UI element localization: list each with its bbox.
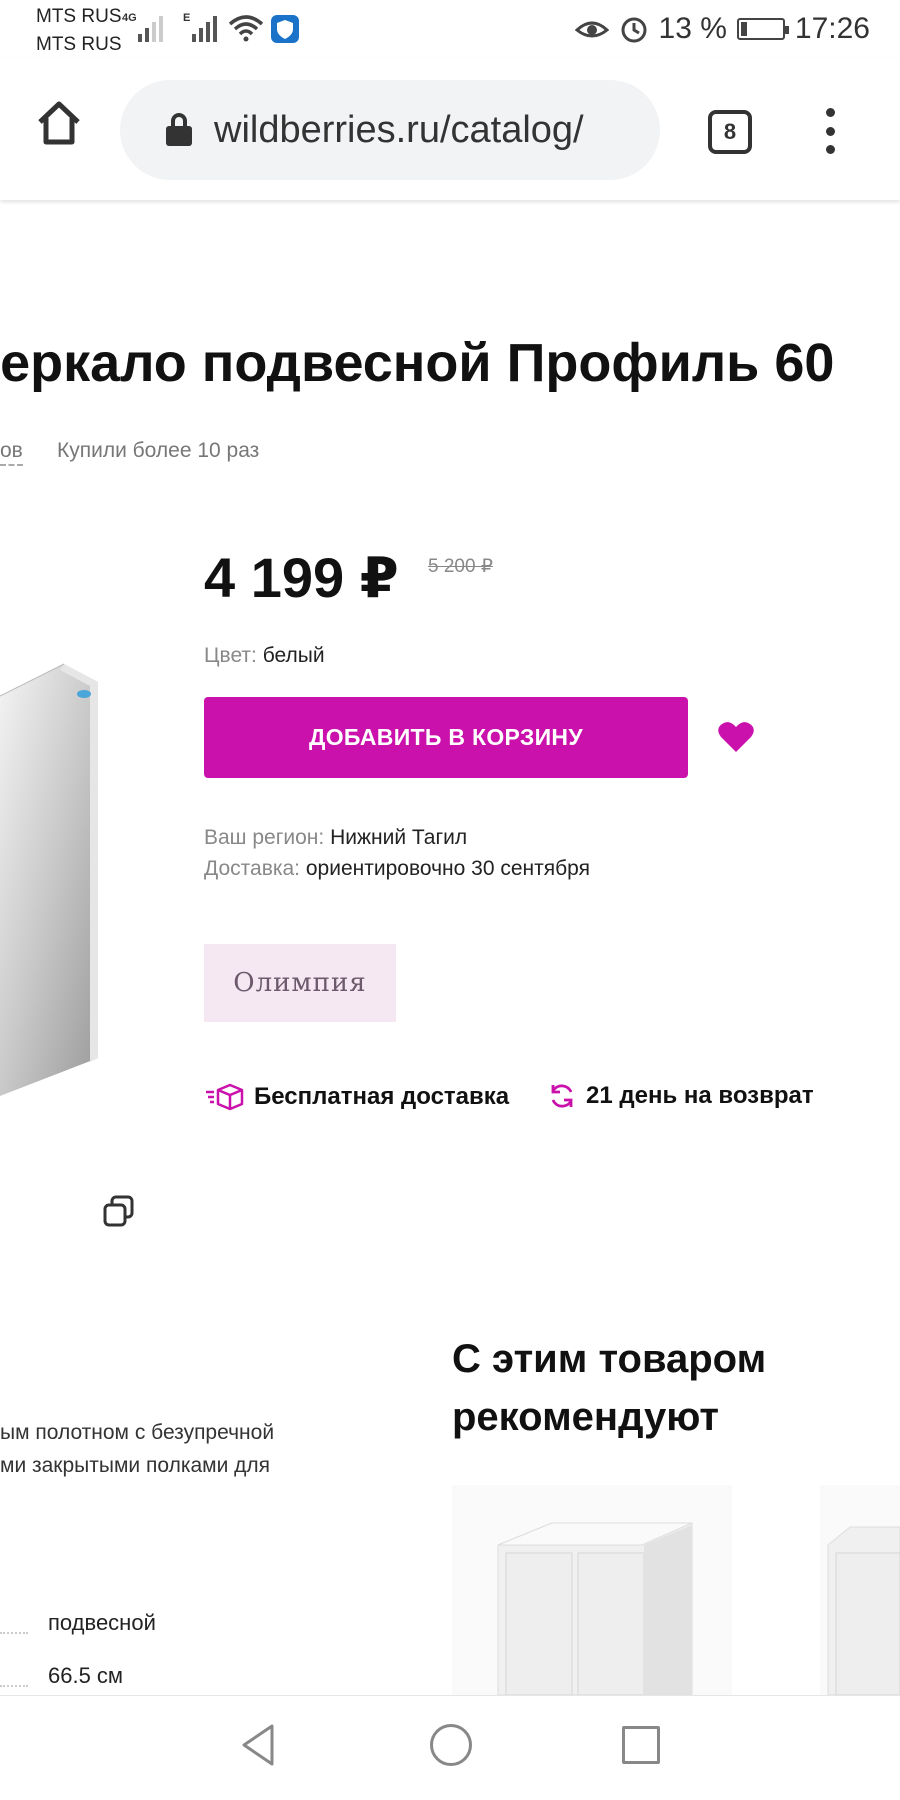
vpn-shield-icon	[271, 15, 299, 43]
copy-icon[interactable]	[102, 1194, 136, 1228]
heart-icon[interactable]	[717, 720, 755, 754]
delivery-box-icon	[206, 1083, 244, 1111]
system-nav-bar	[0, 1695, 900, 1800]
region-label: Ваш регион:	[204, 826, 325, 849]
wifi-icon	[228, 15, 264, 42]
description-line: ми закрытыми полками для	[0, 1454, 271, 1477]
battery-percent: 13 %	[658, 12, 727, 45]
recommendation-card-1[interactable]	[452, 1485, 732, 1695]
address-bar[interactable]: wildberries.ru/catalog/	[120, 80, 660, 180]
bought-count: Купили более 10 раз	[57, 439, 260, 462]
description-line: ым полотном с безупречной	[0, 1421, 275, 1444]
tab-switcher-button[interactable]: 8	[708, 110, 752, 154]
signal-icon-1	[138, 14, 163, 42]
battery-icon	[736, 18, 789, 40]
status-right: 13 % 17:26	[574, 12, 870, 46]
delivery-label: Доставка:	[204, 857, 301, 880]
color-value: белый	[262, 644, 325, 667]
status-bar: MTS RUS MTS RUS 4G E 13 % 17:26	[0, 0, 900, 58]
signal-icon-2	[192, 14, 217, 42]
free-delivery-label: Бесплатная доставка	[254, 1083, 510, 1110]
home-nav-icon[interactable]	[430, 1724, 472, 1766]
network-type-1: 4G	[122, 12, 137, 24]
color-info: Цвет: белый	[204, 644, 325, 668]
alarm-icon	[621, 17, 647, 43]
recommendation-card-2[interactable]	[820, 1485, 900, 1695]
return-label: 21 день на возврат	[586, 1082, 814, 1109]
back-icon[interactable]	[238, 1722, 278, 1768]
add-to-cart-button[interactable]: ДОБАВИТЬ В КОРЗИНУ	[204, 697, 688, 778]
clock: 17:26	[794, 12, 870, 45]
spec-value: 66.5 см	[48, 1663, 124, 1688]
recommendations-title-line: рекомендуют	[452, 1395, 719, 1439]
delivery-value: ориентировочно 30 сентября	[305, 857, 590, 880]
spec-dots	[0, 1632, 28, 1634]
region-info: Ваш регион: Нижний Тагил	[204, 826, 467, 850]
description: ым полотном с безупречной ми закрытыми п…	[0, 1416, 274, 1482]
product-title: зеркало подвесной Профиль 60	[0, 333, 835, 393]
old-price: 5 200 ₽	[428, 556, 493, 577]
product-image[interactable]	[0, 658, 100, 1098]
lock-icon	[166, 113, 192, 147]
reviews-link[interactable]: ов	[0, 438, 23, 466]
recommendations-title: С этим товаром рекомендуют	[452, 1330, 766, 1446]
spec-dots	[0, 1685, 28, 1687]
free-delivery-feature: Бесплатная доставка	[204, 1082, 509, 1112]
network-type-2: E	[183, 12, 191, 24]
delivery-info: Доставка: ориентировочно 30 сентября	[204, 857, 590, 881]
price: 4 199 ₽	[204, 546, 399, 609]
browser-toolbar: wildberries.ru/catalog/ 8	[0, 58, 900, 200]
carrier-1: MTS RUS	[36, 6, 122, 27]
spec-value: подвесной	[48, 1610, 156, 1635]
home-icon[interactable]	[34, 98, 84, 148]
eye-comfort-icon	[574, 21, 609, 38]
refresh-icon	[551, 1084, 573, 1108]
recent-apps-icon[interactable]	[622, 1726, 660, 1764]
return-feature: 21 день на возврат	[548, 1082, 814, 1110]
carrier-2: MTS RUS	[36, 34, 122, 55]
color-label: Цвет:	[204, 644, 257, 667]
brand-logo[interactable]: Олимпия	[204, 944, 396, 1022]
url-text: wildberries.ru/catalog/	[214, 108, 584, 151]
more-menu-icon[interactable]	[820, 108, 840, 154]
region-value[interactable]: Нижний Тагил	[330, 826, 467, 849]
recommendations-title-line: С этим товаром	[452, 1337, 767, 1381]
